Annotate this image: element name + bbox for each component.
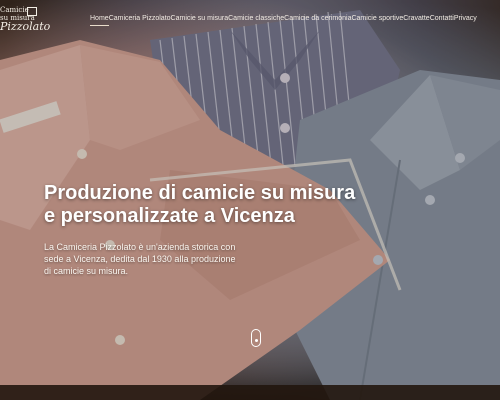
nav-item-camicie-su-misura[interactable]: Camicie su misura [171, 15, 229, 26]
nav-item-camicie-da-cerimonia[interactable]: Camicie da cerimonia [284, 15, 351, 26]
logo-line-3: Pizzolato [0, 20, 51, 33]
nav-item-cravatte[interactable]: Cravatte [403, 15, 429, 26]
headline-line-2: e personalizzate a Vicenza [44, 205, 295, 227]
nav-item-camiceria-pizzolato[interactable]: Camiceria Pizzolato [109, 15, 171, 26]
hero-headline: Produzione di camicie su misura e person… [44, 182, 374, 228]
site-logo[interactable]: Camicie su misura Pizzolato [0, 6, 50, 42]
headline-line-1: Produzione di camicie su misura [44, 182, 356, 204]
nav-item-privacy[interactable]: Privacy [454, 15, 477, 26]
mouse-scroll-icon[interactable] [251, 329, 261, 347]
hero-subtext: La Camiceria Pizzolato è un'azienda stor… [44, 242, 236, 276]
logo-line-1: Camicie [0, 6, 29, 14]
nav-item-camicie-classiche[interactable]: Camicie classiche [228, 15, 284, 26]
scroll-dot [254, 339, 258, 342]
nav-item-home[interactable]: Home [90, 15, 109, 26]
nav-item-camicie-sportive[interactable]: Camicie sportive [351, 15, 403, 26]
main-navigation: Home Camiceria Pizzolato Camicie su misu… [90, 15, 477, 26]
nav-item-contatti[interactable]: Contatti [430, 15, 454, 26]
